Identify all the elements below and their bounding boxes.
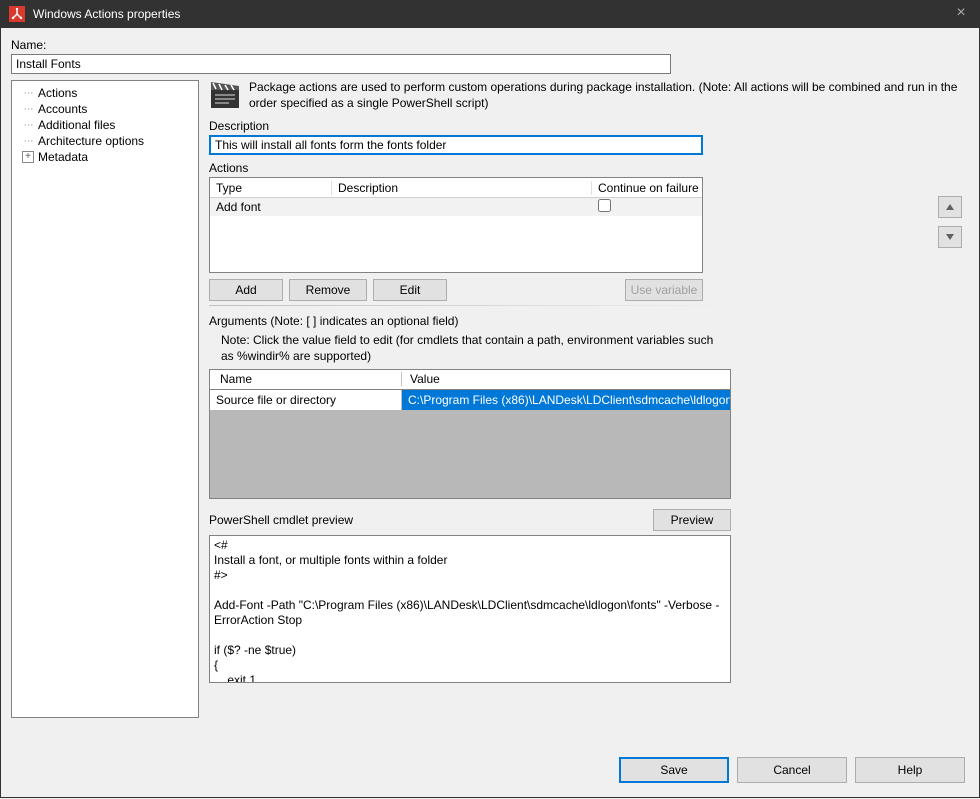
clapperboard-icon (209, 80, 241, 110)
powershell-preview-label: PowerShell cmdlet preview (209, 513, 353, 527)
cancel-button[interactable]: Cancel (737, 757, 847, 783)
app-icon (9, 6, 25, 22)
arguments-label: Arguments (Note: [ ] indicates an option… (209, 314, 965, 328)
arg-value[interactable]: C:\Program Files (x86)\LANDesk\LDClient\… (402, 390, 730, 410)
arguments-row[interactable]: Source file or directory C:\Program File… (210, 390, 730, 410)
actions-row-type: Add font (210, 200, 332, 214)
col-header-value[interactable]: Value (402, 372, 730, 386)
move-up-button[interactable] (938, 196, 962, 218)
continue-on-failure-checkbox[interactable] (598, 199, 611, 212)
col-header-type[interactable]: Type (210, 181, 332, 195)
footer-buttons: Save Cancel Help (619, 757, 965, 783)
col-header-continue[interactable]: Continue on failure (592, 181, 702, 195)
tree-item-actions[interactable]: ⋯ Actions (18, 85, 192, 101)
window-title: Windows Actions properties (33, 7, 180, 21)
arguments-note: Note: Click the value field to edit (for… (221, 332, 721, 364)
preview-button[interactable]: Preview (653, 509, 731, 531)
name-input[interactable] (11, 54, 671, 74)
name-label: Name: (11, 38, 969, 52)
tree-dot-icon: ⋯ (22, 120, 34, 131)
tree-dot-icon: ⋯ (22, 136, 34, 147)
separator (209, 305, 739, 306)
actions-row[interactable]: Add font (210, 198, 702, 216)
save-button[interactable]: Save (619, 757, 729, 783)
arguments-grid: Name Value Source file or directory C:\P… (209, 369, 731, 499)
tree-item-label: Additional files (38, 118, 115, 132)
actions-list: Type Description Continue on failure Add… (209, 177, 703, 273)
use-variable-button: Use variable (625, 279, 703, 301)
tree-item-label: Actions (38, 86, 77, 100)
description-input[interactable] (209, 135, 703, 155)
col-header-name[interactable]: Name (210, 372, 402, 386)
titlebar: Windows Actions properties × (0, 0, 980, 28)
edit-button[interactable]: Edit (373, 279, 447, 301)
col-header-description[interactable]: Description (332, 181, 592, 195)
tree-dot-icon: ⋯ (22, 88, 34, 99)
tree-item-label: Metadata (38, 150, 88, 164)
help-button[interactable]: Help (855, 757, 965, 783)
tree-item-additional-files[interactable]: ⋯ Additional files (18, 117, 192, 133)
tree-dot-icon: ⋯ (22, 104, 34, 115)
arg-name: Source file or directory (210, 390, 402, 410)
remove-button[interactable]: Remove (289, 279, 367, 301)
arguments-header: Name Value (210, 370, 730, 390)
tree-item-architecture-options[interactable]: ⋯ Architecture options (18, 133, 192, 149)
actions-label: Actions (209, 161, 965, 175)
close-icon[interactable]: × (951, 4, 971, 24)
tree-item-accounts[interactable]: ⋯ Accounts (18, 101, 192, 117)
nav-tree: ⋯ Actions ⋯ Accounts ⋯ Additional files … (11, 80, 199, 718)
powershell-preview-box[interactable]: <# Install a font, or multiple fonts wit… (209, 535, 731, 683)
add-button[interactable]: Add (209, 279, 283, 301)
tree-item-label: Architecture options (38, 134, 144, 148)
info-text: Package actions are used to perform cust… (249, 80, 965, 111)
tree-item-metadata[interactable]: + Metadata (18, 149, 192, 165)
dialog-body: Name: ⋯ Actions ⋯ Accounts ⋯ Additional … (0, 28, 980, 798)
move-down-button[interactable] (938, 226, 962, 248)
right-panel: Package actions are used to perform cust… (209, 80, 969, 718)
description-label: Description (209, 119, 965, 133)
tree-item-label: Accounts (38, 102, 87, 116)
expand-icon[interactable]: + (22, 151, 34, 163)
actions-header: Type Description Continue on failure (210, 178, 702, 198)
